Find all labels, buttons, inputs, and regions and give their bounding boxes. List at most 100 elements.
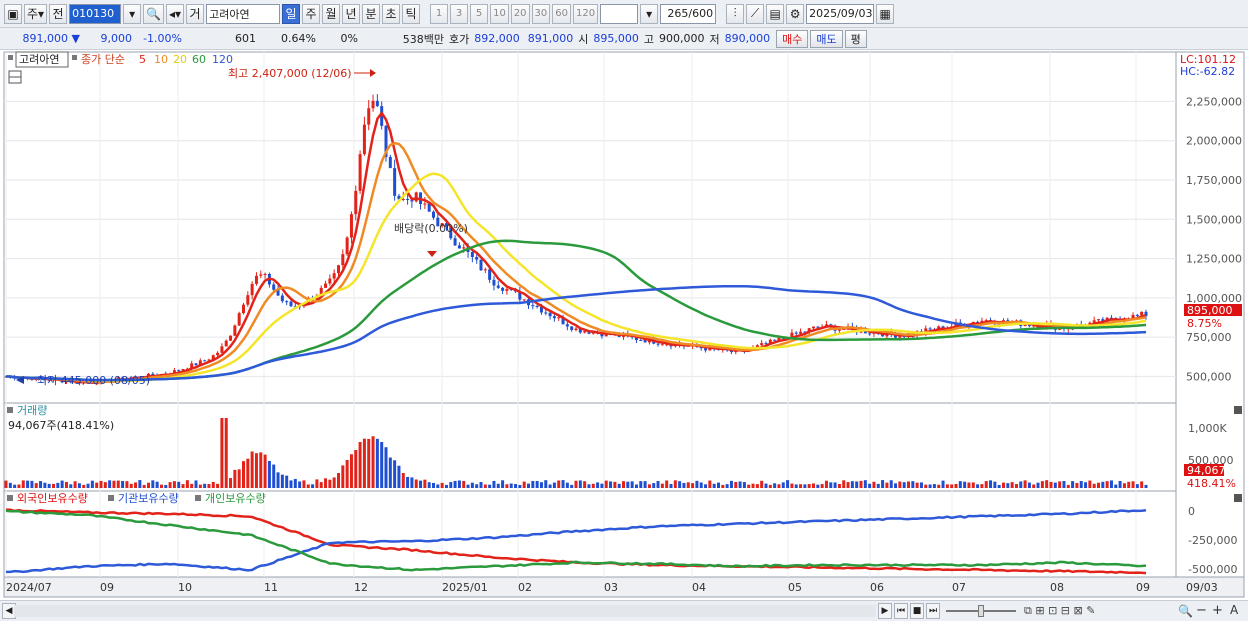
candle-body — [406, 198, 410, 200]
market-select[interactable]: 주 ▾ — [24, 3, 48, 24]
candle-body — [457, 245, 461, 249]
custom-interval-input[interactable] — [600, 3, 639, 24]
volume-bar — [859, 480, 863, 488]
rewind-icon[interactable]: ⏮ — [894, 603, 908, 619]
period-year[interactable]: 년 — [342, 3, 361, 24]
scroll-right-icon[interactable]: ▶ — [878, 603, 892, 619]
candle-body — [229, 335, 233, 341]
interval-3[interactable]: 3 — [450, 3, 469, 24]
candle-icon[interactable]: ⫶ — [726, 3, 745, 24]
volume-bar — [570, 484, 574, 488]
window-icon[interactable]: ▣ — [4, 3, 22, 24]
volume-bar — [457, 480, 461, 488]
stop-icon[interactable]: ■ — [910, 603, 924, 619]
volume-bar — [436, 484, 440, 488]
x-axis-label: 08 — [1050, 581, 1064, 594]
volume-bar — [742, 482, 746, 488]
volume-bar — [790, 483, 794, 488]
volume-bar — [341, 465, 345, 488]
volume-bar — [647, 484, 651, 488]
zoom-slider-handle[interactable] — [978, 605, 984, 617]
volume-bar — [216, 483, 220, 488]
volume-bar — [945, 484, 949, 488]
stock-name-field[interactable]: 고려아연 — [206, 3, 281, 24]
volume-bar — [868, 483, 872, 488]
gear-icon[interactable]: ⚙ — [786, 3, 805, 24]
date-field[interactable]: 2025/09/03 — [806, 3, 875, 24]
volume-bar — [539, 482, 543, 488]
volume-bar — [203, 483, 207, 488]
volume-bar — [138, 480, 142, 488]
volume-bar — [837, 483, 841, 488]
legend-square-icon — [7, 495, 13, 501]
avg-button[interactable]: 평 — [844, 29, 867, 48]
candle-body — [531, 305, 535, 307]
volume-bar — [406, 476, 410, 488]
interval-120[interactable]: 120 — [573, 3, 599, 24]
chevron-down-icon[interactable]: ▾ — [640, 3, 659, 24]
jeon-button[interactable]: 전 — [49, 3, 68, 24]
interval-5[interactable]: 5 — [470, 3, 489, 24]
bottom-scrollbar[interactable]: ◀ ▶ ⏮ ■ ⏭ ⧉ ⊞ ⊡ ⊟ ⊠ ✎ 🔍 − + A — [0, 600, 1248, 621]
interval-30[interactable]: 30 — [531, 3, 551, 24]
volume-bar — [717, 482, 720, 488]
interval-10[interactable]: 10 — [490, 3, 509, 24]
volume-bar — [345, 459, 349, 488]
period-minute[interactable]: 분 — [362, 3, 381, 24]
chevron-down-icon[interactable]: ▾ — [123, 3, 142, 24]
volume-current-pct: 418.41% — [1187, 477, 1236, 490]
volume-bar — [889, 480, 893, 488]
period-week[interactable]: 주 — [302, 3, 321, 24]
volume-bar — [989, 480, 993, 488]
buy-button[interactable]: 매수 — [776, 29, 809, 48]
quote-bar: 891,000 ▼ 9,000 -1.00% 601 0.64% 0% 538백… — [0, 28, 1248, 50]
volume-bar — [980, 484, 984, 488]
interval-60[interactable]: 60 — [552, 3, 572, 24]
volume-bar — [168, 482, 172, 488]
period-month[interactable]: 월 — [322, 3, 341, 24]
speaker-icon[interactable]: ◂▾ — [166, 3, 185, 24]
volume-bar — [427, 482, 431, 488]
sell-button[interactable]: 매도 — [810, 29, 843, 48]
period-second[interactable]: 초 — [382, 3, 401, 24]
volume-bar — [26, 480, 30, 488]
volume-bar — [695, 480, 699, 488]
tool-icons[interactable]: ⧉ ⊞ ⊡ ⊟ ⊠ ✎ — [1024, 604, 1095, 618]
volume-bar — [557, 480, 561, 488]
save-icon[interactable]: ▤ — [766, 3, 785, 24]
zoom-out-icon[interactable]: − — [1196, 603, 1207, 618]
panel-close-icon[interactable] — [1234, 406, 1242, 414]
chart-area[interactable]: 고려아연 종가 단순 5 10 20 60 120 최고 2,407,000 (… — [0, 50, 1248, 600]
legend-square-icon — [8, 55, 13, 60]
volume-bar — [462, 480, 466, 488]
interval-20[interactable]: 20 — [510, 3, 530, 24]
period-day[interactable]: 일 — [282, 3, 301, 24]
count-field[interactable]: 265/600 — [660, 3, 717, 24]
volume-bar — [1144, 484, 1148, 488]
zoom-in-icon[interactable]: + — [1212, 603, 1223, 618]
volume-bar — [773, 483, 777, 488]
candle-body — [501, 287, 505, 291]
scroll-track[interactable] — [14, 605, 876, 617]
candle-body — [242, 304, 245, 314]
panel-close-icon[interactable] — [1234, 494, 1242, 502]
stock-chart[interactable]: 고려아연 종가 단순 5 10 20 60 120 최고 2,407,000 (… — [0, 50, 1248, 600]
magnifier-icon[interactable]: 🔍 — [1178, 604, 1193, 618]
search-icon[interactable]: 🔍 — [143, 3, 165, 24]
volume-bar — [682, 482, 686, 488]
calendar-icon[interactable]: ▦ — [876, 3, 895, 24]
price-change-pct: -1.00% — [143, 32, 182, 45]
candle-body — [552, 316, 556, 319]
font-size-icon[interactable]: A — [1230, 603, 1238, 617]
period-tick[interactable]: 틱 — [402, 3, 421, 24]
volume-bar — [876, 483, 880, 488]
forward-icon[interactable]: ⏭ — [926, 603, 940, 619]
volume-bar — [4, 480, 8, 488]
volume-bar — [419, 480, 423, 488]
line-tool-icon[interactable]: ⟋ — [746, 3, 765, 24]
volume-bar — [332, 477, 336, 488]
volume-bar — [872, 481, 876, 488]
interval-1[interactable]: 1 — [430, 3, 449, 24]
volume-bar — [358, 442, 362, 488]
stock-code-input[interactable]: 010130 — [69, 3, 122, 24]
